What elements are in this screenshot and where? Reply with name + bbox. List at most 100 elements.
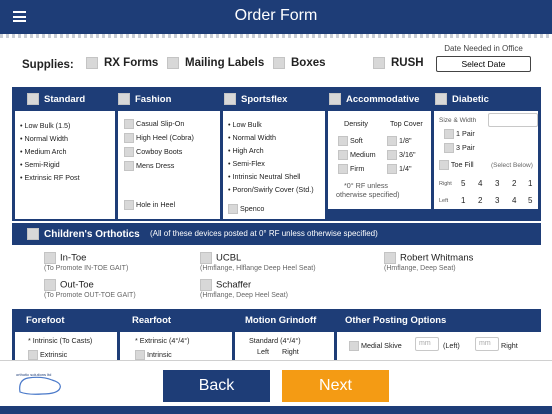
checkbox[interactable] bbox=[273, 57, 285, 69]
supply-mailing-labels[interactable]: Mailing Labels bbox=[167, 57, 264, 69]
checkbox[interactable] bbox=[387, 164, 397, 175]
checkbox[interactable] bbox=[338, 136, 348, 147]
device-type-panel: Standard Fashion Sportsflex Accommodativ… bbox=[12, 87, 541, 221]
page-title: Order Form bbox=[234, 7, 318, 24]
in-toe-option[interactable]: In-Toe bbox=[44, 252, 86, 264]
date-needed-label: Date Needed in Office bbox=[444, 44, 523, 53]
forefoot-column: * Intrinsic (To Casts) Extrinsic bbox=[15, 332, 117, 361]
out-toe-option[interactable]: Out-Toe bbox=[44, 279, 94, 291]
toe-left-5[interactable]: 5 bbox=[528, 196, 532, 205]
checkbox[interactable] bbox=[444, 129, 454, 140]
diabetic-column: Size & Width 1 Pair 3 Pair Toe Fill (Sel… bbox=[434, 111, 538, 209]
toe-fill-option[interactable]: Toe Fill bbox=[439, 160, 474, 171]
checkbox[interactable] bbox=[384, 252, 396, 264]
checkbox[interactable] bbox=[373, 57, 385, 69]
topcover-option[interactable]: 1/4" bbox=[387, 164, 412, 175]
standard-header[interactable]: Standard bbox=[27, 87, 85, 111]
hole-in-heel-option[interactable]: Hole in Heel bbox=[124, 200, 175, 211]
toe-left-1[interactable]: 1 bbox=[461, 196, 465, 205]
checkbox[interactable] bbox=[444, 143, 454, 154]
checkbox[interactable] bbox=[124, 200, 134, 211]
diabetic-header[interactable]: Diabetic bbox=[435, 87, 489, 111]
medial-skive-right-mm-input[interactable]: mm bbox=[475, 337, 499, 351]
checkbox[interactable] bbox=[167, 57, 179, 69]
fashion-option[interactable]: Casual Slip-On bbox=[124, 119, 184, 130]
other-posting-column: Medial Skive mm (Left) mm Right bbox=[337, 332, 541, 360]
posting-body: * Intrinsic (To Casts) Extrinsic * Extri… bbox=[12, 332, 541, 361]
fashion-option[interactable]: High Heel (Cobra) bbox=[124, 133, 194, 144]
checkbox[interactable] bbox=[387, 150, 397, 161]
checkbox[interactable] bbox=[349, 341, 359, 352]
checkbox[interactable] bbox=[124, 119, 134, 130]
checkbox[interactable] bbox=[329, 93, 341, 105]
childrens-orthotics-toggle[interactable]: Children's Orthotics bbox=[27, 223, 140, 245]
medial-skive-left-mm-input[interactable]: mm bbox=[415, 337, 439, 351]
toe-left-2[interactable]: 2 bbox=[478, 196, 482, 205]
toe-right-1[interactable]: 1 bbox=[528, 179, 532, 188]
childrens-note: (All of these devices posted at 0° RF un… bbox=[150, 229, 378, 238]
checkbox[interactable] bbox=[338, 150, 348, 161]
checkbox[interactable] bbox=[439, 160, 449, 171]
checkbox[interactable] bbox=[228, 204, 238, 215]
checkbox[interactable] bbox=[224, 93, 236, 105]
forefoot-header: Forefoot bbox=[26, 315, 65, 326]
density-option[interactable]: Soft bbox=[338, 136, 363, 147]
toe-left-3[interactable]: 3 bbox=[495, 196, 499, 205]
checkbox[interactable] bbox=[124, 133, 134, 144]
accommodative-header[interactable]: Accommodative bbox=[329, 87, 419, 111]
checkbox[interactable] bbox=[200, 279, 212, 291]
checkbox[interactable] bbox=[338, 164, 348, 175]
checkbox[interactable] bbox=[44, 279, 56, 291]
checkbox[interactable] bbox=[44, 252, 56, 264]
medial-skive-option[interactable]: Medial Skive bbox=[349, 341, 402, 352]
supply-rush[interactable]: RUSH bbox=[373, 57, 424, 69]
robert-whitmans-option[interactable]: Robert Whitmans bbox=[384, 252, 473, 264]
toe-right-2[interactable]: 2 bbox=[512, 179, 516, 188]
accommodative-column: Density Top Cover Soft Medium Firm 1/8" … bbox=[328, 111, 431, 209]
checkbox[interactable] bbox=[118, 93, 130, 105]
sportsflex-column: • Low Bulk • Normal Width • High Arch • … bbox=[223, 111, 325, 219]
density-option[interactable]: Medium bbox=[338, 150, 376, 161]
back-button[interactable]: Back bbox=[163, 370, 270, 402]
ucbl-option[interactable]: UCBL bbox=[200, 252, 241, 264]
checkbox[interactable] bbox=[124, 147, 134, 158]
checkbox[interactable] bbox=[435, 93, 447, 105]
checkbox[interactable] bbox=[27, 93, 39, 105]
checkbox[interactable] bbox=[387, 136, 397, 147]
standard-column: • Low Bulk (1.5) • Normal Width • Medium… bbox=[15, 111, 115, 219]
fashion-option[interactable]: Cowboy Boots bbox=[124, 147, 182, 158]
fashion-option[interactable]: Mens Dress bbox=[124, 161, 174, 172]
toe-right-4[interactable]: 4 bbox=[478, 179, 482, 188]
checkbox[interactable] bbox=[28, 350, 38, 361]
extrinsic-forefoot-option[interactable]: Extrinsic bbox=[28, 350, 67, 361]
supplies-label: Supplies: bbox=[22, 59, 74, 71]
header-divider bbox=[0, 34, 552, 38]
schaffer-option[interactable]: Schaffer bbox=[200, 279, 251, 291]
checkbox[interactable] bbox=[200, 252, 212, 264]
checkbox[interactable] bbox=[86, 57, 98, 69]
supply-boxes[interactable]: Boxes bbox=[273, 57, 326, 69]
topcover-option[interactable]: 1/8" bbox=[387, 136, 412, 147]
supply-rx-forms[interactable]: RX Forms bbox=[86, 57, 158, 69]
toe-left-4[interactable]: 4 bbox=[512, 196, 516, 205]
three-pair-option[interactable]: 3 Pair bbox=[444, 143, 475, 154]
rearfoot-column: * Extrinsic (4°/4°) Intrinsic bbox=[120, 332, 232, 361]
fashion-header[interactable]: Fashion bbox=[118, 87, 171, 111]
checkbox[interactable] bbox=[135, 350, 145, 361]
one-pair-option[interactable]: 1 Pair bbox=[444, 129, 475, 140]
toe-right-5[interactable]: 5 bbox=[461, 179, 465, 188]
sportsflex-header[interactable]: Sportsflex bbox=[224, 87, 287, 111]
spenco-option[interactable]: Spenco bbox=[228, 204, 264, 215]
toe-right-3[interactable]: 3 bbox=[495, 179, 499, 188]
intrinsic-rearfoot-option[interactable]: Intrinsic bbox=[135, 350, 172, 361]
density-option[interactable]: Firm bbox=[338, 164, 364, 175]
select-date-button[interactable]: Select Date bbox=[436, 56, 531, 72]
next-button[interactable]: Next bbox=[282, 370, 389, 402]
checkbox[interactable] bbox=[27, 228, 39, 240]
rearfoot-header: Rearfoot bbox=[132, 315, 172, 326]
size-width-input[interactable] bbox=[488, 113, 538, 127]
checkbox[interactable] bbox=[124, 161, 134, 172]
fashion-column: Casual Slip-On High Heel (Cobra) Cowboy … bbox=[118, 111, 220, 219]
topcover-option[interactable]: 3/16" bbox=[387, 150, 416, 161]
bottom-edge-bar bbox=[0, 406, 552, 414]
